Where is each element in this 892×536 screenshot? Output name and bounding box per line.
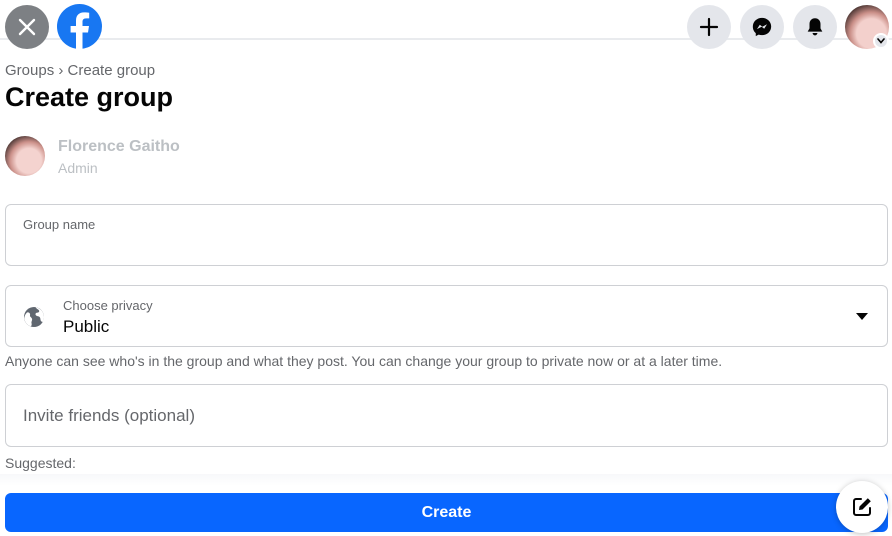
- breadcrumb-current: Create group: [67, 62, 156, 79]
- group-name-field[interactable]: Group name: [5, 204, 888, 266]
- create-menu-button[interactable]: [687, 5, 731, 49]
- page-title: Create group: [5, 82, 174, 112]
- bell-icon: [807, 18, 823, 36]
- group-name-label: Group name: [23, 217, 96, 232]
- privacy-help-text: Anyone can see who's in the group and wh…: [5, 353, 723, 369]
- invite-friends-field[interactable]: [5, 384, 888, 447]
- breadcrumb: Groups › Create group: [5, 62, 155, 79]
- scroll-fade: [0, 474, 892, 486]
- caret-down-icon: [856, 313, 868, 320]
- facebook-f-glyph: [70, 12, 90, 49]
- close-icon: [18, 18, 36, 36]
- messenger-icon: [752, 17, 772, 37]
- messenger-button[interactable]: [740, 5, 784, 49]
- privacy-select[interactable]: Choose privacy Public: [5, 285, 888, 347]
- new-message-button[interactable]: [836, 481, 888, 533]
- globe-icon: [24, 307, 44, 327]
- notifications-button[interactable]: [793, 5, 837, 49]
- create-button[interactable]: Create: [5, 493, 888, 532]
- privacy-value: Public: [63, 317, 110, 336]
- privacy-label: Choose privacy: [63, 298, 153, 313]
- admin-role: Admin: [58, 160, 98, 176]
- group-name-input[interactable]: [23, 235, 863, 257]
- breadcrumb-separator: ›: [58, 62, 64, 79]
- plus-icon: [699, 17, 719, 37]
- suggested-label: Suggested:: [5, 455, 76, 471]
- close-button[interactable]: [5, 5, 49, 49]
- account-menu-button[interactable]: [873, 33, 889, 49]
- invite-friends-input[interactable]: [23, 403, 863, 429]
- breadcrumb-groups-link[interactable]: Groups: [5, 62, 54, 79]
- admin-name: Florence Gaitho: [58, 138, 180, 155]
- chevron-down-icon: [877, 38, 885, 44]
- compose-icon: [853, 498, 871, 516]
- facebook-logo-icon[interactable]: [57, 4, 102, 49]
- admin-avatar: [5, 136, 45, 176]
